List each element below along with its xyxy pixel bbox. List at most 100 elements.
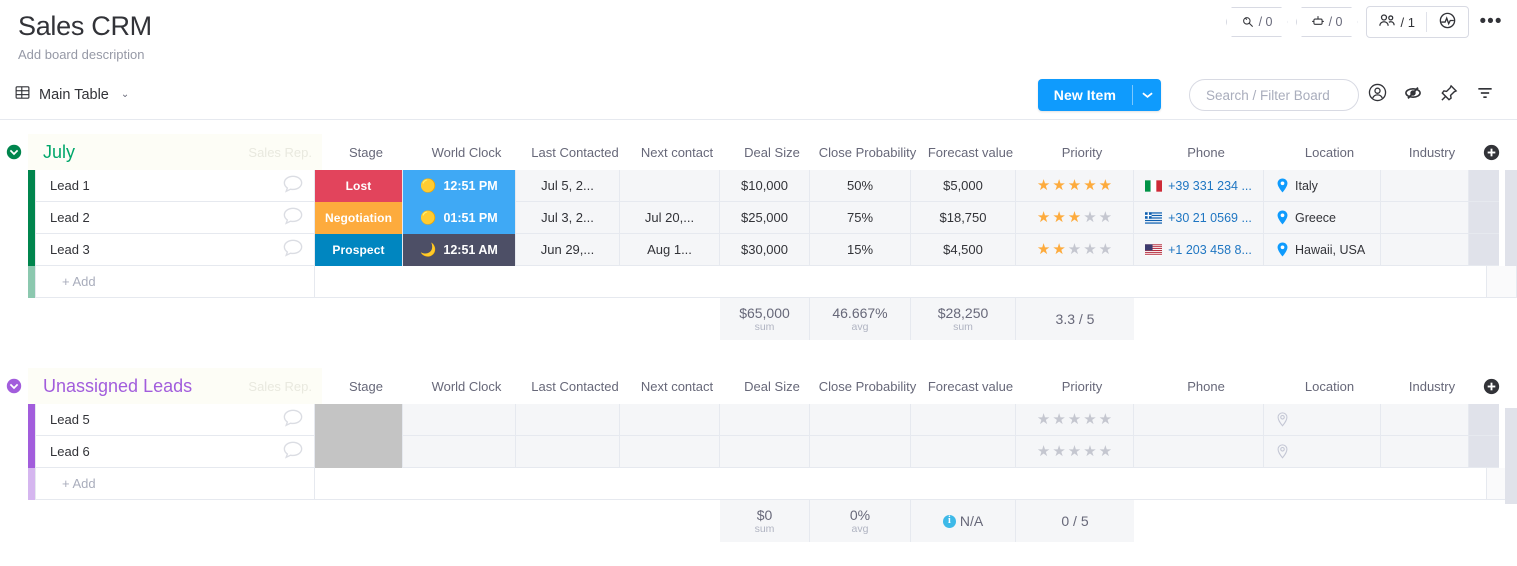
- chat-icon[interactable]: [282, 206, 304, 229]
- table-row[interactable]: Lead 6 ★ ★ ★ ★ ★: [0, 435, 1517, 468]
- deal-size-cell[interactable]: $10,000: [720, 170, 810, 202]
- column-header-industry[interactable]: Industry: [1388, 134, 1476, 170]
- star-icon[interactable]: ★: [1037, 444, 1050, 459]
- table-row[interactable]: Lead 5 ★ ★ ★ ★ ★: [0, 403, 1517, 436]
- board-description[interactable]: Add board description: [18, 46, 1517, 64]
- board-members-button[interactable]: / 1: [1367, 7, 1426, 37]
- column-header-close-probability[interactable]: Close Probability: [817, 368, 918, 404]
- chat-icon[interactable]: [282, 238, 304, 261]
- close-probability-cell[interactable]: 15%: [810, 234, 911, 266]
- next-contact-cell[interactable]: Jul 20,...: [620, 202, 720, 234]
- phone-cell[interactable]: +39 331 234 ...: [1134, 170, 1264, 202]
- star-icon[interactable]: ★: [1068, 242, 1081, 257]
- column-header-phone[interactable]: Phone: [1141, 134, 1271, 170]
- priority-cell[interactable]: ★ ★ ★ ★ ★: [1016, 404, 1134, 436]
- priority-cell[interactable]: ★ ★ ★ ★ ★: [1016, 170, 1134, 202]
- priority-cell[interactable]: ★ ★ ★ ★ ★: [1016, 234, 1134, 266]
- group-title-cell[interactable]: July Sales Rep.: [28, 134, 322, 170]
- close-probability-cell[interactable]: [810, 404, 911, 436]
- stage-cell[interactable]: Lost: [315, 169, 403, 202]
- phone-cell[interactable]: [1134, 404, 1264, 436]
- star-icon[interactable]: ★: [1052, 412, 1065, 427]
- filter-button[interactable]: [1467, 79, 1503, 111]
- chevron-down-icon[interactable]: ⌄: [121, 89, 129, 100]
- deal-size-cell[interactable]: [720, 404, 810, 436]
- world-clock-cell[interactable]: 🟡 01:51 PM: [403, 201, 516, 234]
- column-header-close-probability[interactable]: Close Probability: [817, 134, 918, 170]
- table-row[interactable]: Lead 1 Lost 🟡 12:51 PM Jul 5, 2... $10,0…: [0, 169, 1517, 202]
- column-header-stage[interactable]: Stage: [322, 134, 410, 170]
- star-icon[interactable]: ★: [1068, 412, 1081, 427]
- rating-stars[interactable]: ★ ★ ★ ★ ★: [1037, 242, 1112, 257]
- table-row[interactable]: Lead 3 Prospect 🌙 12:51 AM Jun 29,... Au…: [0, 233, 1517, 266]
- star-icon[interactable]: ★: [1068, 210, 1081, 225]
- industry-cell[interactable]: [1381, 234, 1469, 266]
- stage-cell[interactable]: Negotiation: [315, 201, 403, 234]
- star-icon[interactable]: ★: [1068, 178, 1081, 193]
- vertical-scroll-strip-top[interactable]: [1505, 170, 1517, 266]
- group-collapse-toggle[interactable]: [0, 144, 28, 160]
- star-icon[interactable]: ★: [1068, 444, 1081, 459]
- column-header-priority[interactable]: Priority: [1023, 134, 1141, 170]
- new-item-button[interactable]: New Item: [1037, 79, 1161, 111]
- world-clock-cell[interactable]: 🌙 12:51 AM: [403, 233, 516, 266]
- location-cell[interactable]: [1264, 404, 1381, 436]
- industry-cell[interactable]: [1381, 202, 1469, 234]
- column-header-stage[interactable]: Stage: [322, 368, 410, 404]
- add-item-row-july[interactable]: + Add: [0, 266, 1517, 298]
- next-contact-cell[interactable]: [620, 404, 720, 436]
- star-icon[interactable]: ★: [1052, 210, 1065, 225]
- column-header-world-clock[interactable]: World Clock: [410, 134, 523, 170]
- deal-size-cell[interactable]: $25,000: [720, 202, 810, 234]
- table-row[interactable]: Lead 2 Negotiation 🟡 01:51 PM Jul 3, 2..…: [0, 201, 1517, 234]
- rating-stars[interactable]: ★ ★ ★ ★ ★: [1037, 210, 1112, 225]
- summary-priority[interactable]: 3.3 / 5: [1016, 298, 1134, 340]
- board-more-options-button[interactable]: •••: [1477, 8, 1505, 36]
- world-clock-cell[interactable]: [403, 404, 516, 436]
- star-icon[interactable]: ★: [1099, 444, 1112, 459]
- deal-size-cell[interactable]: $30,000: [720, 234, 810, 266]
- deal-size-cell[interactable]: [720, 436, 810, 468]
- item-name-cell[interactable]: Lead 3: [35, 234, 315, 266]
- column-header-phone[interactable]: Phone: [1141, 368, 1271, 404]
- industry-cell[interactable]: [1381, 404, 1469, 436]
- item-name-cell[interactable]: Lead 6: [35, 436, 315, 468]
- star-icon[interactable]: ★: [1037, 242, 1050, 257]
- search-input[interactable]: [1189, 79, 1359, 111]
- phone-cell[interactable]: +1 203 458 8...: [1134, 234, 1264, 266]
- column-header-forecast-value[interactable]: Forecast value: [918, 368, 1023, 404]
- star-icon[interactable]: ★: [1083, 178, 1096, 193]
- location-cell[interactable]: Hawaii, USA: [1264, 234, 1381, 266]
- industry-cell[interactable]: [1381, 436, 1469, 468]
- forecast-value-cell[interactable]: $4,500: [911, 234, 1016, 266]
- world-clock-cell[interactable]: [403, 436, 516, 468]
- last-contacted-cell[interactable]: Jun 29,...: [516, 234, 620, 266]
- close-probability-cell[interactable]: [810, 436, 911, 468]
- location-cell[interactable]: Greece: [1264, 202, 1381, 234]
- group-title-cell[interactable]: Unassigned Leads Sales Rep.: [28, 368, 322, 404]
- next-contact-cell[interactable]: [620, 436, 720, 468]
- column-header-next-contact[interactable]: Next contact: [627, 134, 727, 170]
- column-header-world-clock[interactable]: World Clock: [410, 368, 523, 404]
- stage-cell[interactable]: [315, 403, 403, 436]
- chat-icon[interactable]: [282, 440, 304, 463]
- add-column-button[interactable]: [1476, 368, 1506, 404]
- vertical-scroll-strip-bottom[interactable]: [1505, 408, 1517, 504]
- star-icon[interactable]: ★: [1037, 178, 1050, 193]
- summary-close-probability[interactable]: 46.667% avg: [810, 298, 911, 340]
- last-contacted-cell[interactable]: [516, 436, 620, 468]
- next-contact-cell[interactable]: [620, 170, 720, 202]
- priority-cell[interactable]: ★ ★ ★ ★ ★: [1016, 436, 1134, 468]
- column-header-location[interactable]: Location: [1271, 134, 1388, 170]
- last-contacted-cell[interactable]: Jul 3, 2...: [516, 202, 620, 234]
- close-probability-cell[interactable]: 75%: [810, 202, 911, 234]
- last-contacted-cell[interactable]: Jul 5, 2...: [516, 170, 620, 202]
- item-name-cell[interactable]: Lead 5: [35, 404, 315, 436]
- column-header-last-contacted[interactable]: Last Contacted: [523, 368, 627, 404]
- hide-columns-button[interactable]: [1395, 79, 1431, 111]
- world-clock-cell[interactable]: 🟡 12:51 PM: [403, 169, 516, 202]
- forecast-value-cell[interactable]: [911, 436, 1016, 468]
- chat-icon[interactable]: [282, 174, 304, 197]
- star-icon[interactable]: ★: [1099, 210, 1112, 225]
- column-header-priority[interactable]: Priority: [1023, 368, 1141, 404]
